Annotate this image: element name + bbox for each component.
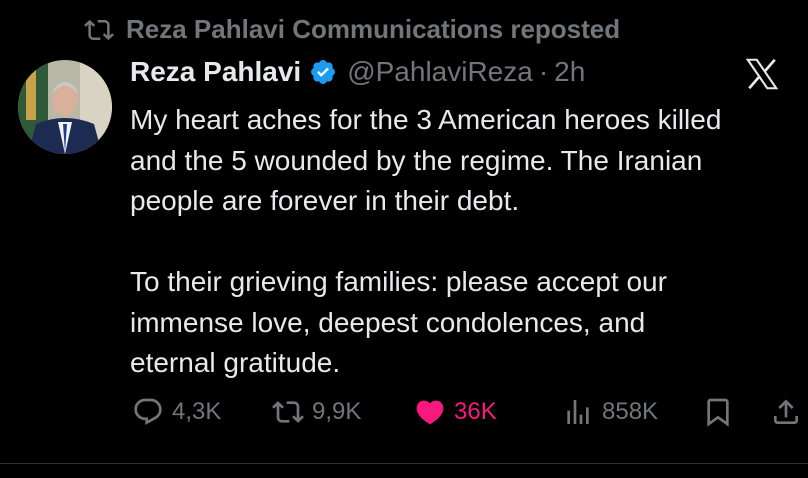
reply-count: 4,3K [172, 398, 222, 425]
verified-badge-icon [311, 60, 336, 84]
like-count: 36K [454, 398, 497, 425]
tweet-line: eternal gratitude. [130, 347, 341, 378]
avatar[interactable] [18, 60, 112, 154]
repost-button[interactable]: 9,9K [272, 396, 361, 428]
repost-indicator[interactable]: Reza Pahlavi Communications reposted [84, 14, 620, 45]
tweet-line: My heart aches for the 3 American heroes… [130, 104, 722, 135]
repost-text: Reza Pahlavi Communications reposted [126, 14, 621, 44]
heart-icon [416, 400, 444, 425]
author-handle[interactable]: @PahlaviReza [347, 56, 533, 88]
views-button[interactable]: 858K [562, 396, 658, 428]
tweet-header: Reza Pahlavi @PahlaviReza · 2h [130, 56, 585, 88]
timestamp[interactable]: 2h [554, 56, 585, 88]
author-name[interactable]: Reza Pahlavi [130, 56, 301, 88]
repost-icon [272, 401, 304, 423]
share-icon [774, 399, 798, 424]
tweet-line: immense love, deepest condolences, and [130, 306, 646, 338]
repost-icon [84, 15, 114, 45]
action-bar: 4,3K 9,9K 36K 858K [0, 396, 808, 438]
reply-icon [134, 398, 162, 425]
views-chart-icon [567, 400, 589, 424]
reply-button[interactable]: 4,3K [132, 396, 221, 428]
separator-dot: · [538, 56, 549, 87]
divider [0, 463, 808, 464]
tweet-line: people are forever in their debt. [130, 185, 520, 216]
bookmark-button[interactable] [702, 396, 734, 428]
x-logo-icon [745, 58, 779, 90]
tweet-text: My heart aches for the 3 American heroes… [130, 100, 808, 384]
tweet-line: and the 5 wounded by the regime. The Ira… [130, 144, 703, 176]
repost-count: 9,9K [312, 398, 362, 425]
views-count: 858K [602, 398, 659, 425]
share-button[interactable] [770, 396, 802, 428]
tweet-line: To their grieving families: please accep… [130, 266, 667, 297]
bookmark-icon [707, 398, 729, 427]
like-button[interactable]: 36K [414, 396, 497, 428]
